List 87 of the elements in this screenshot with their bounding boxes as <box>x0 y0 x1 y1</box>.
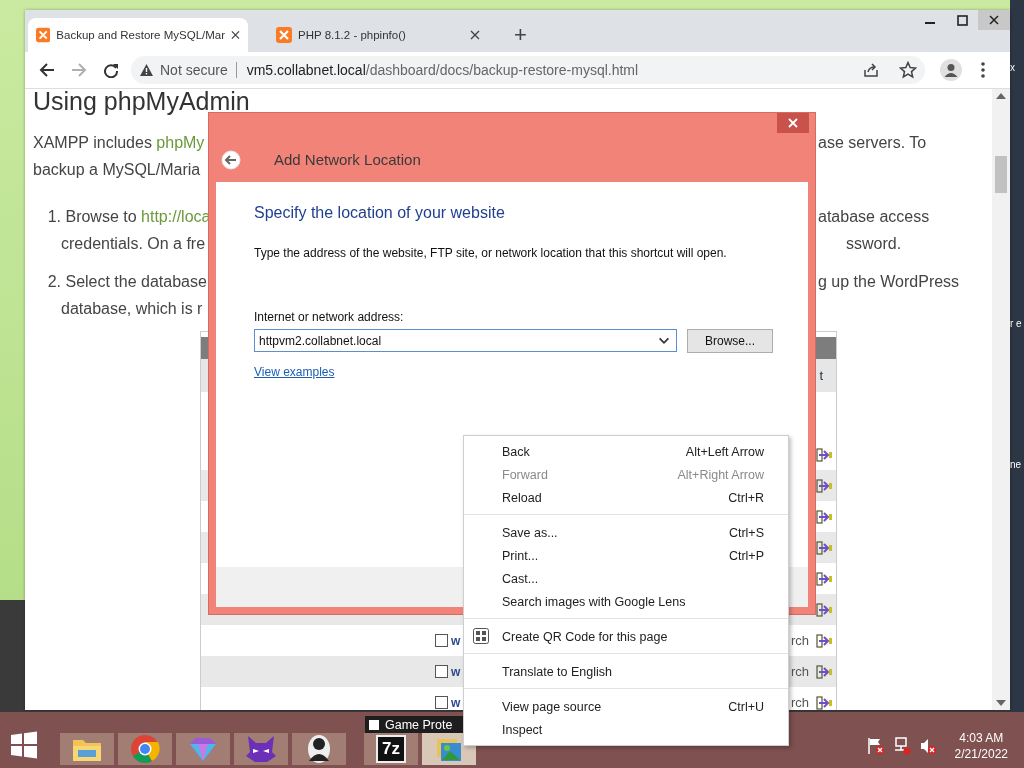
paragraph-text: atabase access <box>818 207 930 227</box>
checkbox[interactable] <box>435 696 448 709</box>
gem-icon <box>188 736 218 762</box>
table-name-link[interactable]: w <box>451 664 461 679</box>
list-item-text: Select the database <box>65 272 207 292</box>
windows-logo-icon <box>10 731 38 759</box>
address-field[interactable]: vm5.collabnet.local/dashboard/docs/backup-restore-mysql.html <box>246 62 857 78</box>
taskbar-window-preview[interactable]: Game Prote <box>365 716 463 733</box>
list-number: 2. <box>46 272 61 292</box>
close-button[interactable] <box>777 113 809 133</box>
chrome-icon <box>130 734 160 764</box>
warning-icon <box>139 63 154 77</box>
close-icon[interactable] <box>231 30 240 40</box>
menu-item[interactable]: Translate to English <box>464 660 788 683</box>
checkbox[interactable] <box>435 665 448 678</box>
clock-time: 4:03 AM <box>958 730 1005 746</box>
browser-tab[interactable]: PHP 8.1.2 - phpinfo() <box>268 18 488 52</box>
desktop-text-fragment: ne <box>1010 459 1023 470</box>
menu-item[interactable]: Reload Ctrl+R <box>464 486 788 509</box>
scroll-up-icon[interactable] <box>996 93 1006 99</box>
dialog-heading: Specify the location of your website <box>254 203 506 222</box>
close-icon[interactable] <box>978 10 1010 30</box>
field-label: Internet or network address: <box>254 309 405 324</box>
table-structure-icon <box>816 694 833 710</box>
table-name-link[interactable]: w <box>451 633 461 648</box>
table-structure-icon <box>816 601 833 618</box>
favicon-icon <box>36 27 51 43</box>
table-cell: rch <box>790 633 809 648</box>
back-icon[interactable] <box>221 149 241 170</box>
list-item-text: Browse to <box>65 207 138 227</box>
archive-icon: 7z <box>376 735 406 763</box>
list-item-text: credentials. On a fre <box>61 234 206 254</box>
dialog-title: Add Network Location <box>274 149 421 170</box>
security-label[interactable]: Not secure <box>160 62 237 78</box>
menu-item[interactable]: View page source Ctrl+U <box>464 695 788 718</box>
table-structure-icon <box>816 446 833 463</box>
scrollbar-thumb[interactable] <box>995 156 1007 193</box>
window-checkbox[interactable] <box>369 719 379 730</box>
speaker-icon[interactable] <box>918 737 937 755</box>
taskbar-app-button[interactable] <box>292 733 346 765</box>
browse-button[interactable]: Browse... <box>687 328 773 353</box>
paragraph-text: XAMPP includes <box>33 133 153 153</box>
menu-item[interactable]: Search images with Google Lens <box>464 590 788 613</box>
menu-item[interactable]: Save as... Ctrl+S <box>464 521 788 544</box>
menu-item[interactable]: Cast... <box>464 567 788 590</box>
paragraph-text: backup a MySQL/Maria <box>33 160 201 180</box>
table-structure-icon <box>816 663 833 680</box>
desktop-text-fragment: x <box>1010 62 1016 73</box>
list-item-text: database, which is r <box>61 299 203 319</box>
dialog-description: Type the address of the website, FTP site, or network location that this shortcut will open. <box>254 245 728 260</box>
close-icon[interactable] <box>470 30 480 40</box>
desktop-text-fragment: r e <box>1010 318 1023 329</box>
table-structure-icon <box>816 477 833 494</box>
menu-item[interactable]: Back Alt+Left Arrow <box>464 440 788 463</box>
table-cell: rch <box>790 695 809 710</box>
view-examples-link[interactable]: View examples <box>254 364 335 379</box>
clock-date: 2/21/2022 <box>954 746 1008 762</box>
favicon-icon <box>276 27 292 43</box>
star-icon[interactable] <box>899 61 917 79</box>
menu-item[interactable]: Inspect <box>464 718 788 741</box>
table-structure-icon <box>816 508 833 525</box>
scrollbar[interactable] <box>992 89 1010 710</box>
new-tab-button[interactable]: + <box>508 18 533 52</box>
cat-icon <box>245 734 277 764</box>
paragraph-text: ssword. <box>846 234 902 254</box>
flag-icon[interactable] <box>866 737 885 755</box>
table-cell: rch <box>790 664 809 679</box>
network-icon[interactable] <box>892 737 911 755</box>
scroll-down-icon[interactable] <box>996 700 1006 706</box>
page-heading: Using phpMyAdmin <box>33 89 250 113</box>
share-icon[interactable] <box>863 62 879 78</box>
qr-code-icon <box>473 628 489 644</box>
table-name-link[interactable]: w <box>451 695 461 710</box>
window-title: Game Prote <box>385 717 453 732</box>
paragraph-text: g up the WordPress <box>818 272 960 292</box>
menu-item[interactable]: Print... Ctrl+P <box>464 544 788 567</box>
table-structure-icon <box>816 539 833 556</box>
list-number: 1. <box>46 207 61 227</box>
paragraph-text: ase servers. To <box>818 133 927 153</box>
checkbox[interactable] <box>435 634 448 647</box>
column-header: t <box>819 368 823 383</box>
browser-tab[interactable]: Backup and Restore MySQL/Mar <box>28 18 248 52</box>
table-structure-icon <box>816 570 833 587</box>
taskbar-app-button[interactable]: 7z <box>364 733 418 765</box>
table-structure-icon <box>816 632 833 649</box>
menu-item[interactable]: Create QR Code for this page <box>464 625 788 648</box>
address-combo-field[interactable]: httpvm2.collabnet.local <box>254 329 677 353</box>
